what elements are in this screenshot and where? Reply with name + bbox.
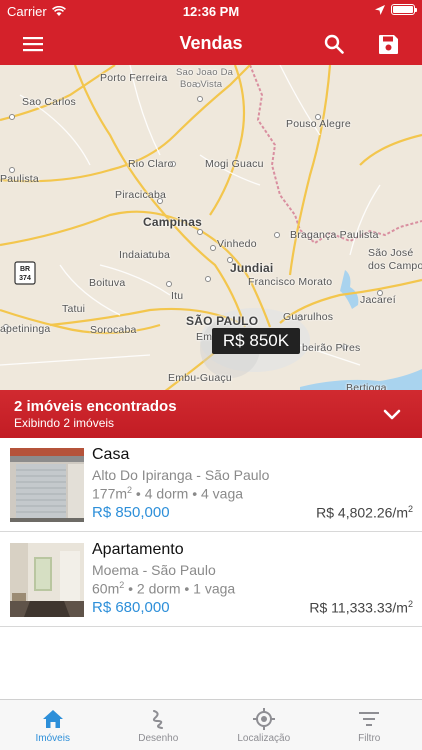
- tab-bar: Imóveis Desenho Localização Filtro: [0, 699, 422, 750]
- draw-icon: [146, 708, 170, 730]
- listing-item[interactable]: Apartamento Moema - São Paulo 60m2 • 2 d…: [0, 533, 422, 627]
- tab-label: Desenho: [138, 733, 179, 744]
- listing-price: R$ 850,000: [92, 504, 170, 521]
- map-label-paulista: Paulista: [0, 173, 39, 185]
- map-label-boa-vista: Boa Vista: [180, 79, 223, 90]
- listing-item[interactable]: Casa Alto Do Ipiranga - São Paulo 177m2 …: [0, 438, 422, 532]
- listing-area: 60m: [92, 580, 120, 597]
- listing-location: Moema - São Paulo: [92, 562, 216, 578]
- map-label-ribeirao-pires: beirão Pires: [302, 342, 361, 354]
- shield-top-text: BR: [20, 266, 30, 273]
- status-right: [375, 4, 417, 15]
- map-label-sao-paulo: SÃO PAULO: [186, 314, 259, 328]
- tab-filtro[interactable]: Filtro: [317, 700, 422, 750]
- map-label-itu: Itu: [171, 290, 184, 302]
- listing-price-per-sqm: R$ 11,333.33/m2: [309, 599, 413, 616]
- status-bar: Carrier 12:36 PM: [0, 0, 422, 22]
- listing-price-per-sqm-sup: 2: [407, 599, 413, 609]
- listing-area: 177m: [92, 485, 128, 502]
- listing-photo: [10, 543, 84, 617]
- map-label-jundiai: Jundiai: [230, 261, 274, 275]
- filter-icon: [357, 708, 381, 730]
- listing-rooms: • 2 dorm • 1 vaga: [124, 580, 236, 597]
- map-label-tatui: Tatui: [62, 303, 86, 315]
- map-label-vinhedo: Vinhedo: [217, 238, 257, 250]
- tab-label: Localização: [237, 733, 291, 744]
- listing-price-per-sqm: R$ 4,802.26/m2: [316, 504, 413, 521]
- map-label-indaiatuba: Indaiatuba: [119, 249, 171, 261]
- location-arrow-icon: [375, 4, 385, 15]
- map-label-dos-campos: dos Campo: [368, 260, 422, 272]
- search-button[interactable]: [318, 28, 350, 60]
- map-label-piracicaba: Piracicaba: [115, 189, 167, 201]
- battery-icon: [391, 4, 417, 15]
- map-label-sao-carlos: Sao Carlos: [22, 96, 76, 108]
- listing-specs: 60m2 • 2 dorm • 1 vaga: [92, 580, 235, 597]
- listing-photo: [10, 448, 84, 522]
- listing-specs: 177m2 • 4 dorm • 4 vaga: [92, 485, 243, 502]
- listing-price-per-sqm-value: R$ 11,333.33/m: [309, 599, 408, 616]
- tab-imoveis[interactable]: Imóveis: [0, 700, 106, 750]
- map-label-francisco-morato: Francisco Morato: [248, 276, 333, 288]
- chevron-down-icon: [383, 409, 401, 420]
- map-label-embu: Em: [196, 331, 213, 343]
- map-view[interactable]: BR 374 Porto Ferreira Sao Joao Da Boa Vi…: [0, 65, 422, 390]
- tab-desenho[interactable]: Desenho: [106, 700, 212, 750]
- listing-price-per-sqm-sup: 2: [407, 504, 413, 514]
- map-label-sao-joao: Sao Joao Da: [176, 67, 234, 78]
- map-price-marker[interactable]: R$ 850K: [212, 328, 300, 354]
- map-label-rio-claro: Rio Claro: [128, 158, 174, 170]
- map-label-pouso-alegre: Pouso Alegre: [286, 118, 351, 130]
- map-label-bertioga: Bertioga: [346, 382, 387, 390]
- map-label-sorocaba: Sorocaba: [90, 324, 137, 336]
- map-label-mogi-guacu: Mogi Guacu: [205, 158, 264, 170]
- map-label-porto-ferreira: Porto Ferreira: [100, 72, 168, 84]
- results-summary-banner[interactable]: 2 imóveis encontrados Exibindo 2 imóveis: [0, 390, 422, 438]
- listing-title: Casa: [92, 446, 130, 463]
- listing-rooms: • 4 dorm • 4 vaga: [132, 485, 244, 502]
- results-count-title: 2 imóveis encontrados: [14, 398, 177, 415]
- status-time: 12:36 PM: [182, 4, 240, 19]
- tab-localizacao[interactable]: Localização: [211, 700, 317, 750]
- results-showing-subtitle: Exibindo 2 imóveis: [14, 416, 115, 430]
- map-label-apetininga: apetininga: [0, 323, 51, 335]
- floppy-disk-icon: [378, 34, 398, 54]
- house-icon: [41, 708, 65, 730]
- search-icon: [324, 34, 344, 54]
- highway-shield-icon: BR 374: [14, 261, 36, 285]
- listing-title: Apartamento: [92, 541, 184, 558]
- map-label-guarulhos: Guarulhos: [283, 311, 334, 323]
- listing-price: R$ 680,000: [92, 599, 170, 616]
- map-label-embu-guacu: Embu-Guaçu: [168, 372, 232, 384]
- save-button[interactable]: [372, 28, 404, 60]
- shield-bottom-text: 374: [19, 275, 31, 282]
- map-label-jacarei: Jacareí: [360, 294, 396, 306]
- expand-results-button[interactable]: [382, 404, 402, 424]
- navigation-bar: Vendas: [0, 22, 422, 65]
- map-label-boituva: Boituva: [89, 277, 126, 289]
- listing-location: Alto Do Ipiranga - São Paulo: [92, 467, 270, 483]
- listing-price-per-sqm-value: R$ 4,802.26/m: [316, 504, 408, 521]
- map-label-sao-jose: São José: [368, 247, 414, 259]
- tab-label: Filtro: [358, 733, 381, 744]
- map-label-campinas: Campinas: [143, 215, 202, 229]
- page-title: Vendas: [179, 33, 243, 53]
- tab-label: Imóveis: [35, 733, 70, 744]
- map-label-braganca: Bragança Paulista: [290, 229, 379, 241]
- crosshair-icon: [252, 708, 276, 730]
